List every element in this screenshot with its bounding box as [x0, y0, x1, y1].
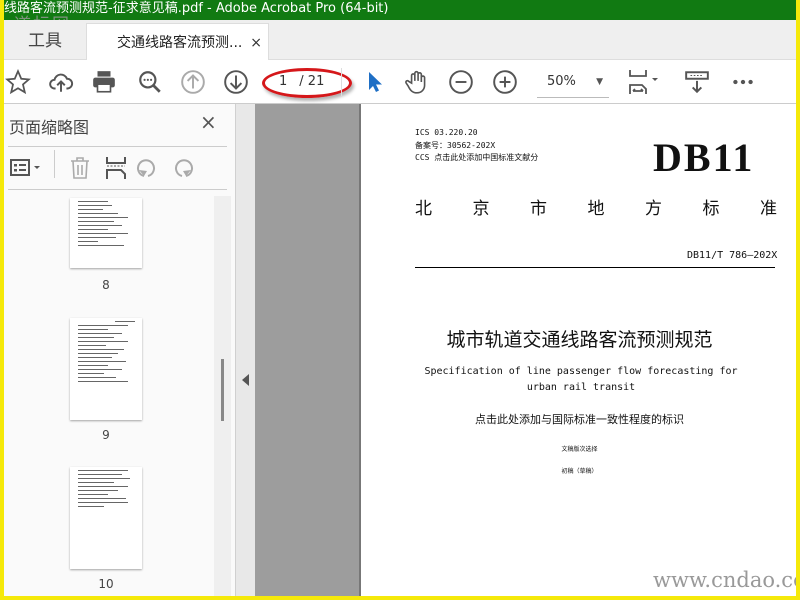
tab-document-label: 交通线路客流预测... [117, 35, 243, 51]
rotate-left-icon[interactable] [134, 154, 162, 182]
authority-char: 方 [645, 199, 662, 219]
tab-bar: 工具 交通线路客流预测... × [4, 20, 796, 60]
document-background [255, 104, 359, 596]
page-thumbnail-9[interactable] [70, 318, 142, 420]
header-rule [415, 267, 775, 268]
red-annotation-oval [262, 68, 352, 98]
db11-logo: DB11 [653, 135, 755, 180]
acrobat-window: 线路客流预测规范-征求意见稿.pdf - Adobe Acrobat Pro (… [4, 0, 796, 596]
title-bar: 线路客流预测规范-征求意见稿.pdf - Adobe Acrobat Pro (… [4, 0, 796, 20]
pdf-page: ICS 03.220.20 备案号：30562-202X CCS 点击此处添加中… [359, 104, 796, 596]
next-page-icon[interactable] [222, 68, 250, 96]
standard-number: DB11/T 786—202X [687, 250, 778, 261]
authority-line: 北京市地方标准 [415, 194, 777, 219]
page-fit-icon[interactable] [626, 68, 662, 96]
zoom-out-icon[interactable] [447, 68, 475, 96]
authority-char: 标 [702, 199, 720, 219]
page-thumbnail-10[interactable] [70, 467, 142, 569]
upload-cloud-icon[interactable] [47, 68, 75, 96]
authority-char: 准 [760, 199, 777, 219]
panel-close-icon[interactable]: × [200, 110, 217, 134]
divider [8, 189, 227, 190]
zoom-level-select[interactable]: 50% ▼ [537, 70, 609, 98]
search-zoom-icon[interactable] [136, 68, 164, 96]
page-thumbnail-label: 8 [102, 278, 110, 292]
divider [54, 150, 55, 178]
version-label: 文稿版次选择 [561, 446, 598, 453]
authority-char: 京 [472, 199, 490, 219]
site-watermark: www.cndao.com [653, 568, 796, 592]
panel-title: 页面缩略图 [9, 118, 90, 137]
page-thumbnail-label: 9 [102, 428, 110, 442]
hand-tool-icon[interactable] [403, 68, 431, 96]
thumbnail-options-icon[interactable] [8, 154, 44, 182]
page-thumbnail-label: 10 [98, 577, 114, 591]
read-mode-icon[interactable] [683, 68, 711, 96]
previous-page-icon[interactable] [179, 68, 207, 96]
toolbar: 1/ 21 50% ▼ [4, 60, 796, 104]
title-chinese: 城市轨道交通线路客流预测规范 [446, 329, 713, 351]
tab-close-icon[interactable]: × [250, 24, 262, 62]
more-options-icon[interactable] [729, 68, 757, 96]
select-cursor-icon[interactable] [360, 68, 388, 96]
zoom-in-icon[interactable] [491, 68, 519, 96]
consistency-note: 点击此处添加与国际标准一致性程度的标识 [475, 413, 684, 426]
title-english: Specification of line passenger flow for… [424, 366, 738, 393]
authority-char: 地 [587, 199, 605, 219]
tab-tools[interactable]: 工具 [4, 20, 86, 60]
thumbnail-panel: 页面缩略图 × 8 9 10 [4, 104, 235, 596]
tab-document[interactable]: 交通线路客流预测... × [86, 23, 269, 60]
draft-label: 初稿（草稿） [561, 468, 598, 475]
page-thumbnail-8[interactable] [70, 198, 142, 268]
ics-code: ICS 03.220.20 [415, 128, 478, 137]
record-number: 备案号：30562-202X [415, 141, 496, 150]
authority-char: 市 [530, 199, 547, 219]
authority-char: 北 [415, 199, 432, 219]
zoom-level-value: 50% [547, 74, 576, 89]
delete-page-icon[interactable] [66, 154, 94, 182]
toolbar-separator [341, 68, 342, 96]
chevron-down-icon: ▼ [596, 77, 603, 87]
insert-page-icon[interactable] [102, 154, 130, 182]
scrollbar-thumb[interactable] [221, 359, 224, 421]
rotate-right-icon[interactable] [168, 154, 196, 182]
panel-collapse-handle[interactable] [235, 104, 255, 596]
print-icon[interactable] [90, 68, 118, 96]
divider [8, 146, 227, 147]
ccs-code: CCS 点击此处添加中国标准文献分 [415, 153, 539, 162]
bookmark-star-icon[interactable] [4, 68, 32, 96]
